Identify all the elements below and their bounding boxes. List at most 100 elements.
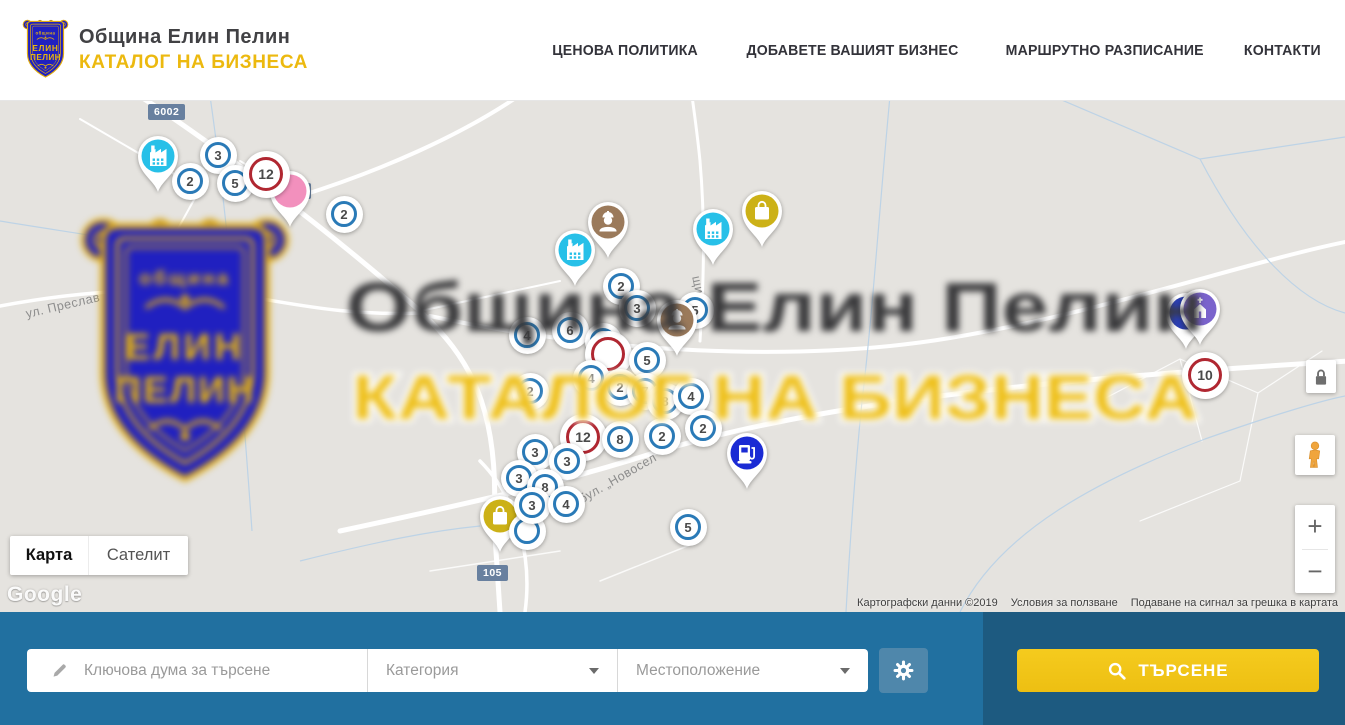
cluster-count: 4 xyxy=(562,497,569,512)
factory-icon xyxy=(690,207,736,267)
category-select-label: Категория xyxy=(386,662,458,680)
cluster-count: 12 xyxy=(575,429,591,445)
category-select[interactable]: Категория xyxy=(367,649,617,692)
zoom-control: + − xyxy=(1295,505,1335,593)
cluster-count: 5 xyxy=(643,353,650,368)
attribution-link[interactable]: Подаване на сигнал за грешка в картата xyxy=(1131,597,1338,609)
map-cluster-marker[interactable]: 5 xyxy=(670,509,707,546)
cluster-ring: 3 xyxy=(519,492,545,518)
cluster-ring: 4 xyxy=(553,491,579,517)
cluster-ring: 2 xyxy=(331,201,357,227)
cluster-count: 2 xyxy=(616,380,623,395)
page: Община Елин Пелин КАТАЛОГ НА БИЗНЕСА ЦЕН… xyxy=(0,0,1345,725)
pegman-button[interactable] xyxy=(1295,435,1335,475)
lock-icon xyxy=(1310,365,1332,389)
chevron-down-icon xyxy=(589,668,599,674)
map-attribution: Картографски данни ©2019 Условия за ползв… xyxy=(857,597,1338,609)
map-cluster-marker[interactable]: 4 xyxy=(509,317,546,354)
cluster-ring: 6 xyxy=(557,317,583,343)
map-cluster-marker[interactable]: 6 xyxy=(552,312,589,349)
location-select[interactable]: Местоположение xyxy=(617,649,868,692)
nav-item[interactable]: ЦЕНОВА ПОЛИТИКА xyxy=(552,42,698,59)
cluster-ring: 4 xyxy=(678,383,704,409)
map-canvas[interactable]: ул. Преславбул. „Новоселщи6002105235 12 … xyxy=(0,101,1345,612)
church-icon xyxy=(1177,287,1223,347)
google-logo[interactable]: Google xyxy=(7,583,82,607)
gear-icon xyxy=(892,659,915,682)
cluster-ring: 3 xyxy=(624,295,650,321)
map-view-button[interactable]: Карта xyxy=(10,536,88,575)
cluster-ring: 4 xyxy=(514,322,540,348)
map-cluster-marker[interactable]: 4 xyxy=(673,378,710,415)
map-cluster-marker[interactable]: 2 xyxy=(685,410,722,447)
cluster-count: 2 xyxy=(340,207,347,222)
cluster-count: 2 xyxy=(186,174,193,189)
keyword-input[interactable] xyxy=(82,661,322,681)
search-bar: Категория Местоположение ТЪРСЕНЕ xyxy=(0,612,1345,725)
cluster-ring: 5 xyxy=(675,514,701,540)
fuel-pin-marker[interactable] xyxy=(724,431,770,491)
map-cluster-marker[interactable]: 3 xyxy=(619,290,656,327)
factory-pin-marker[interactable] xyxy=(135,134,181,194)
search-form: Категория Местоположение xyxy=(27,649,868,692)
cluster-ring: 10 xyxy=(1188,358,1222,392)
cluster-count: 4 xyxy=(523,328,530,343)
zoom-in-button[interactable]: + xyxy=(1295,505,1335,549)
satellite-view-button[interactable]: Сателит xyxy=(88,536,188,575)
cluster-ring: 2 xyxy=(690,415,716,441)
cluster-count: 3 xyxy=(515,471,522,486)
cluster-ring: 2 xyxy=(517,378,543,404)
nav-item[interactable]: ДОБАВЕТЕ ВАШИЯТ БИЗНЕС xyxy=(746,42,958,59)
factory-pin-marker[interactable] xyxy=(690,207,736,267)
cluster-count: 2 xyxy=(617,279,624,294)
cluster-ring: 12 xyxy=(249,157,283,191)
cluster-count: 4 xyxy=(687,389,694,404)
cluster-count: 3 xyxy=(563,454,570,469)
cluster-ring: 3 xyxy=(205,142,231,168)
map-cluster-marker[interactable]: 12 xyxy=(243,151,290,198)
advanced-search-button[interactable] xyxy=(879,648,928,693)
cluster-ring: 5 xyxy=(634,347,660,373)
brand-logo[interactable]: Община Елин Пелин КАТАЛОГ НА БИЗНЕСА xyxy=(22,19,308,81)
cluster-count: 2 xyxy=(658,429,665,444)
cluster-count: 5 xyxy=(684,520,691,535)
factory-icon xyxy=(552,228,598,288)
pegman-icon xyxy=(1302,440,1328,470)
nav-item[interactable]: МАРШРУТНО РАЗПИСАНИЕ xyxy=(1006,42,1204,59)
map-cluster-marker[interactable]: 2 xyxy=(326,196,363,233)
attribution-link[interactable]: Условия за ползване xyxy=(1011,597,1118,609)
church-pin-marker[interactable] xyxy=(1177,287,1223,347)
fuel-icon xyxy=(724,431,770,491)
cluster-count: 3 xyxy=(531,445,538,460)
cluster-count: 3 xyxy=(633,301,640,316)
cluster-count: 2 xyxy=(699,421,706,436)
cluster-count: 2 xyxy=(526,384,533,399)
cluster-ring: 2 xyxy=(649,423,675,449)
map-cluster-marker[interactable]: 2 xyxy=(644,418,681,455)
header: Община Елин Пелин КАТАЛОГ НА БИЗНЕСА ЦЕН… xyxy=(0,0,1345,101)
pencil-icon xyxy=(51,662,68,679)
map-cluster-marker[interactable]: 8 xyxy=(602,421,639,458)
search-icon xyxy=(1107,661,1127,681)
municipality-crest-icon xyxy=(22,19,69,81)
cluster-count: 12 xyxy=(258,166,274,182)
map-cluster-marker[interactable]: 4 xyxy=(548,486,585,523)
nav-item[interactable]: КОНТАКТИ xyxy=(1244,42,1321,59)
keyword-field[interactable] xyxy=(27,649,367,692)
lock-button[interactable] xyxy=(1306,360,1336,393)
location-select-label: Местоположение xyxy=(636,662,760,680)
search-button[interactable]: ТЪРСЕНЕ xyxy=(1017,649,1319,692)
bag-pin-marker[interactable] xyxy=(739,189,785,249)
map-cluster-marker[interactable]: 2 xyxy=(512,373,549,410)
attribution-text: Картографски данни ©2019 xyxy=(857,597,998,609)
factory-pin-marker[interactable] xyxy=(552,228,598,288)
zoom-out-button[interactable]: − xyxy=(1295,550,1335,594)
map-cluster-marker[interactable]: 10 xyxy=(1182,352,1229,399)
brand-title: Община Елин Пелин xyxy=(79,26,308,49)
cluster-count: 8 xyxy=(661,394,668,409)
factory-icon xyxy=(135,134,181,194)
map-cluster-marker[interactable]: 3 xyxy=(514,487,551,524)
cluster-ring: 4 xyxy=(578,365,604,391)
map-type-control: Карта Сателит xyxy=(10,536,188,575)
bag-icon xyxy=(739,189,785,249)
